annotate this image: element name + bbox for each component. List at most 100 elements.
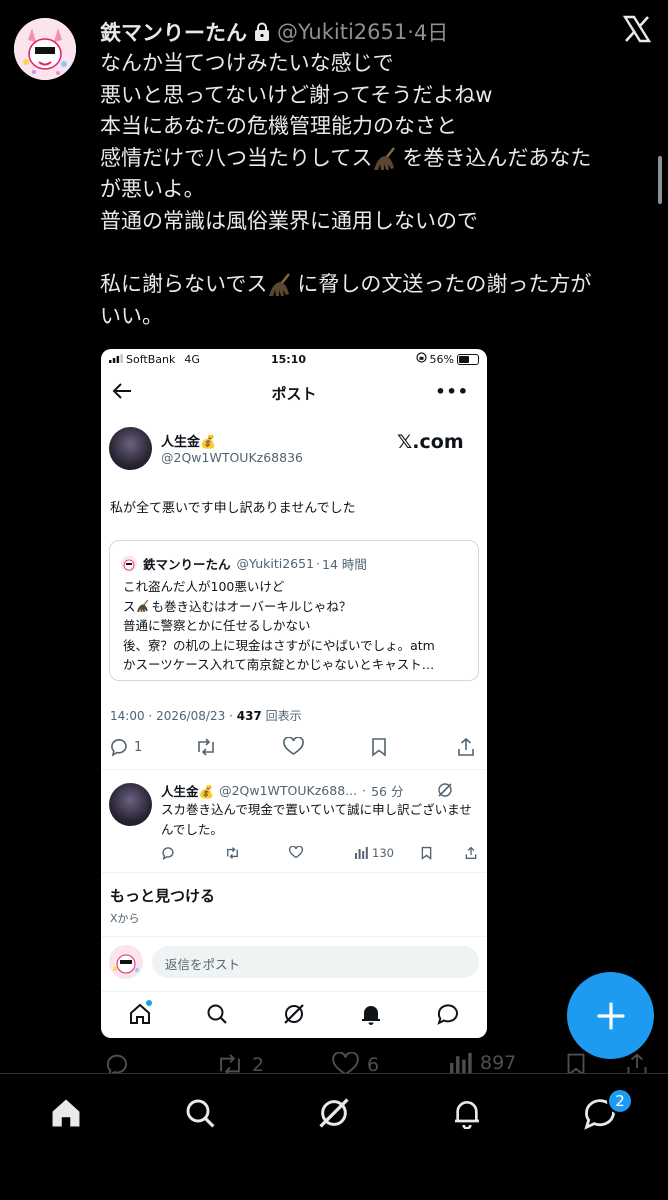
quoted-author-avatar[interactable] [109, 427, 152, 470]
reply-share-button[interactable] [465, 846, 477, 860]
battery-icon [457, 353, 479, 365]
tweet-header: 鉄マンりーたん @Yukiti2651 · 4日 [100, 16, 448, 48]
tweet-text-segment: 普通の常識は風俗業界に通用しないので [100, 208, 478, 233]
embedded-post-text: 私が全て悪いです申し訳ありませんでした [110, 501, 356, 516]
share-icon [458, 737, 474, 756]
grok-icon[interactable] [437, 782, 453, 802]
reply-count: 1 [134, 739, 143, 755]
divider [101, 769, 487, 770]
reply-header: 人生金💰 @2Qw1WTOUKz688... · 56 分 [161, 781, 403, 800]
tweet-views-button[interactable]: 897 [450, 1052, 516, 1074]
reply-author-avatar[interactable] [109, 783, 152, 826]
quoted-tweet-card[interactable]: 鉄マンりーたん @Yukiti2651 · 14 時間 これ盗んだ人が100悪い… [109, 540, 479, 681]
scroll-indicator[interactable] [658, 156, 662, 204]
quoted-card-segment: これ盗んだ人が100悪いけど [123, 579, 285, 594]
tweet-text-segment: 私に謝らないでス [100, 272, 268, 297]
notifications-icon[interactable] [359, 1002, 383, 1030]
reply-reply-button[interactable] [161, 846, 175, 860]
reply-text: スカ巻き込んで現金で置いていて誠に申し訳ございませんでした。 [161, 802, 472, 837]
composer-avatar [109, 945, 143, 979]
reply-icon [162, 847, 174, 860]
messages-icon[interactable] [436, 1002, 460, 1030]
status-time: 15:10 [271, 353, 307, 366]
x-logo-icon[interactable] [622, 14, 652, 44]
quoted-card-line: かスーツケース入れて南京錠とかじゃないとキャスト… [123, 655, 473, 675]
signal-icon [109, 353, 123, 366]
heart-icon [289, 846, 303, 859]
share-icon [465, 846, 477, 859]
tweet-text-line: 感情だけで八つ当たりしてス を巻き込んだあなた [100, 143, 656, 175]
like-button[interactable] [283, 737, 304, 756]
reply-author-handle[interactable]: @2Qw1WTOUKz688... [219, 783, 357, 798]
attached-screenshot[interactable]: SoftBank 4G 15:10 56% ポスト ••• 人生金💰 @2Qw1… [101, 349, 487, 1038]
repost-icon [227, 847, 238, 859]
home-notification-dot [146, 1000, 152, 1006]
plus-icon [596, 1001, 625, 1030]
home-icon[interactable] [46, 1093, 86, 1133]
reply-author-name[interactable]: 人生金💰 [161, 781, 214, 800]
embedded-tab-bar [101, 991, 487, 1038]
post-view-label: 回表示 [265, 709, 302, 723]
reply-like-button[interactable] [289, 846, 303, 859]
quoted-card-segment: 普通に警察とかに任せるしかない [123, 618, 311, 633]
quoted-card-separator: · [316, 556, 321, 571]
tweet-text-line [100, 238, 656, 270]
reply-views-button[interactable]: 130 [355, 846, 394, 860]
post-meta: 14:00 · 2026/08/23 · 437 回表示 [110, 707, 302, 724]
bottom-tab-bar: 2 [0, 1073, 668, 1200]
tweet-time[interactable]: 4日 [414, 17, 448, 47]
reply-bookmark-button[interactable] [421, 846, 432, 860]
share-button[interactable] [457, 737, 475, 757]
quoted-card-segment: かスーツケース入れて南京錠とかじゃないとキャスト… [123, 657, 435, 672]
tweet-text-segment: を巻き込んだあなた [402, 145, 592, 170]
compose-button[interactable] [567, 972, 654, 1059]
messages-badge: 2 [607, 1088, 633, 1114]
repost-button[interactable] [195, 737, 217, 757]
bookmark-icon [421, 846, 432, 860]
quoted-card-line: 後、寮？の机の上に現金はさすがにやばいでしょ。atm [123, 636, 473, 656]
search-icon[interactable] [205, 1002, 229, 1030]
divider [101, 936, 487, 937]
post-nav-bar: ポスト ••• [101, 371, 487, 415]
reply-repost-button[interactable] [225, 846, 240, 860]
network-type: 4G [184, 353, 200, 366]
tweet-text-line: 本当にあなたの危機管理能力のなさと [100, 111, 656, 143]
bookmark-button[interactable] [371, 737, 387, 757]
post-meta-time: 14:00 [110, 709, 145, 723]
quoted-card-text: これ盗んだ人が100悪いけどスも巻き込むはオーバーキルじゃね？ 普通に警察とかに任… [123, 577, 473, 675]
grok-icon[interactable] [282, 1002, 306, 1030]
quoted-card-segment: も巻き込むはオーバーキルじゃね？ [151, 598, 352, 614]
notifications-icon[interactable] [447, 1093, 487, 1133]
heart-icon [283, 737, 304, 755]
reply-separator: · [362, 783, 367, 798]
repost-icon [198, 738, 214, 756]
grok-icon[interactable] [314, 1093, 354, 1133]
post-action-bar: 1 [101, 735, 487, 761]
battery-percent: 56% [429, 352, 454, 366]
reply-input[interactable]: 返信をポスト [152, 946, 479, 978]
reply-time: 56 分 [371, 784, 404, 799]
reply-button[interactable]: 1 [109, 737, 142, 757]
broom-icon [269, 273, 291, 296]
home-icon[interactable] [128, 1002, 152, 1030]
tweet-text-line: が悪いよ。 [100, 174, 656, 206]
views-icon [355, 847, 368, 859]
reply-views-count: 130 [372, 846, 394, 860]
broom-icon [374, 146, 396, 170]
quoted-author-name[interactable]: 人生金💰 [161, 431, 216, 450]
discover-subheading: Xから [110, 912, 140, 925]
author-avatar[interactable] [14, 18, 76, 80]
search-icon[interactable] [180, 1093, 220, 1133]
quoted-card-avatar [121, 555, 137, 572]
tweet-text-segment: いい。 [100, 303, 163, 328]
more-options-icon[interactable]: ••• [435, 382, 469, 401]
author-name[interactable]: 鉄マンりーたん [100, 17, 247, 47]
quoted-author-handle[interactable]: @2Qw1WTOUKz68836 [161, 450, 303, 465]
quoted-card-time: 14 時間 [322, 557, 367, 572]
author-handle[interactable]: @Yukiti2651 [277, 20, 407, 44]
tweet-text-segment: 感情だけで八つ当たりしてス [100, 145, 373, 170]
quoted-card-segment: ス [123, 598, 136, 614]
tweet-text: なんか当てつけみたいな感じで 悪いと思ってないけど謝ってそうだよねw 本当にあなたの… [100, 48, 656, 332]
quoted-card-name: 鉄マンりーたん [143, 557, 231, 572]
post-view-count: 437 [236, 709, 262, 723]
